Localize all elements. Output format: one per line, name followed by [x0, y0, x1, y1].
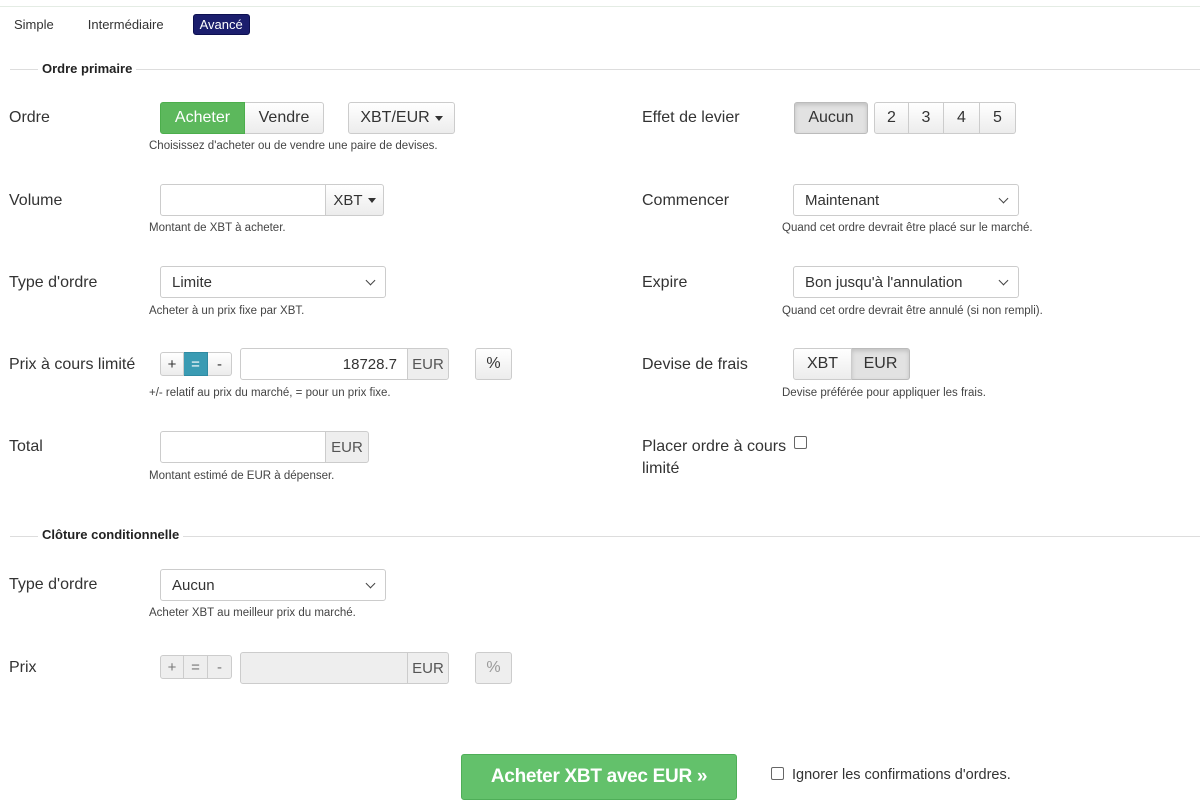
expire-help: Quand cet ordre devrait être annulé (si …: [782, 305, 1043, 317]
equal-button[interactable]: =: [184, 352, 208, 376]
conditional-order-type-select[interactable]: Aucun: [160, 569, 386, 601]
mode-intermediate-tab[interactable]: Intermédiaire: [88, 17, 164, 32]
start-label: Commencer: [642, 192, 730, 209]
chevron-down-icon: [998, 193, 1009, 203]
order-help: Choisissez d'acheter ou de vendre une pa…: [149, 140, 438, 152]
post-limit-checkbox[interactable]: [794, 436, 807, 449]
volume-label: Volume: [9, 192, 63, 209]
volume-unit-label: XBT: [333, 191, 363, 209]
expire-select[interactable]: Bon jusqu'à l'annulation: [793, 266, 1019, 298]
order-type-value: Limite: [172, 273, 213, 291]
order-label: Ordre: [9, 109, 50, 126]
fee-eur-button[interactable]: EUR: [852, 348, 910, 380]
expire-value: Bon jusqu'à l'annulation: [805, 273, 963, 291]
minus-button[interactable]: -: [208, 352, 232, 376]
start-help: Quand cet ordre devrait être placé sur l…: [782, 222, 1033, 234]
pair-label: XBT/EUR: [360, 109, 430, 126]
leverage-none-button[interactable]: Aucun: [794, 102, 868, 134]
conditional-order-type-label: Type d'ordre: [9, 576, 98, 593]
plus-button[interactable]: +: [160, 352, 184, 376]
total-input[interactable]: [160, 431, 326, 463]
mode-advanced-tab[interactable]: Avancé: [192, 14, 250, 35]
primary-section-title: Ordre primaire: [38, 61, 137, 76]
caret-down-icon: [367, 197, 376, 203]
volume-input[interactable]: [160, 184, 326, 216]
ignore-confirmations-checkbox[interactable]: [771, 767, 784, 780]
pair-dropdown[interactable]: XBT/EUR: [348, 102, 455, 134]
conditional-section-title: Clôture conditionnelle: [38, 527, 184, 542]
chevron-down-icon: [365, 275, 376, 285]
total-unit: EUR: [325, 431, 369, 463]
post-limit-label-line2: limité: [642, 460, 680, 477]
total-label: Total: [9, 438, 43, 455]
fee-xbt-button[interactable]: XBT: [793, 348, 852, 380]
total-help: Montant estimé de EUR à dépenser.: [149, 470, 335, 482]
ignore-confirmations-label: Ignorer les confirmations d'ordres.: [792, 767, 1011, 783]
leverage-3-button[interactable]: 3: [909, 102, 944, 134]
order-type-label: Type d'ordre: [9, 274, 98, 291]
conditional-plus-button[interactable]: +: [160, 655, 184, 679]
leverage-5-button[interactable]: 5: [980, 102, 1016, 134]
buy-button[interactable]: Acheter: [160, 102, 245, 134]
mode-simple-tab[interactable]: Simple: [14, 17, 54, 32]
fee-currency-label: Devise de frais: [642, 356, 748, 373]
limit-price-label: Prix à cours limité: [9, 356, 136, 373]
conditional-price-label: Prix: [9, 659, 37, 676]
leverage-2-button[interactable]: 2: [874, 102, 909, 134]
volume-unit-dropdown[interactable]: XBT: [325, 184, 384, 216]
limit-price-unit: EUR: [407, 348, 449, 380]
sell-button[interactable]: Vendre: [245, 102, 324, 134]
section-divider: [10, 536, 1200, 537]
limit-price-help: +/- relatif au prix du marché, = pour un…: [149, 387, 391, 399]
chevron-down-icon: [998, 275, 1009, 285]
volume-help: Montant de XBT à acheter.: [149, 222, 286, 234]
limit-price-input[interactable]: [240, 348, 408, 380]
section-divider: [10, 69, 1200, 70]
submit-buy-button[interactable]: Acheter XBT avec EUR »: [461, 754, 737, 800]
conditional-equal-button[interactable]: =: [184, 655, 208, 679]
post-limit-label-line1: Placer ordre à cours: [642, 438, 787, 455]
conditional-minus-button[interactable]: -: [208, 655, 232, 679]
conditional-percent-button[interactable]: %: [475, 652, 512, 684]
mode-tabs: Simple Intermédiaire Avancé: [14, 14, 250, 35]
start-value: Maintenant: [805, 191, 880, 209]
start-select[interactable]: Maintenant: [793, 184, 1019, 216]
chevron-down-icon: [365, 578, 376, 588]
leverage-label: Effet de levier: [642, 109, 740, 126]
conditional-price-input[interactable]: [240, 652, 408, 684]
conditional-order-type-help: Acheter XBT au meilleur prix du marché.: [149, 607, 356, 619]
fee-currency-help: Devise préférée pour appliquer les frais…: [782, 387, 986, 399]
caret-down-icon: [434, 115, 443, 121]
conditional-order-type-value: Aucun: [172, 576, 215, 594]
top-divider: [0, 6, 1200, 7]
expire-label: Expire: [642, 274, 688, 291]
percent-button[interactable]: %: [475, 348, 512, 380]
order-type-select[interactable]: Limite: [160, 266, 386, 298]
conditional-price-unit: EUR: [407, 652, 449, 684]
order-type-help: Acheter à un prix fixe par XBT.: [149, 305, 305, 317]
leverage-4-button[interactable]: 4: [944, 102, 980, 134]
